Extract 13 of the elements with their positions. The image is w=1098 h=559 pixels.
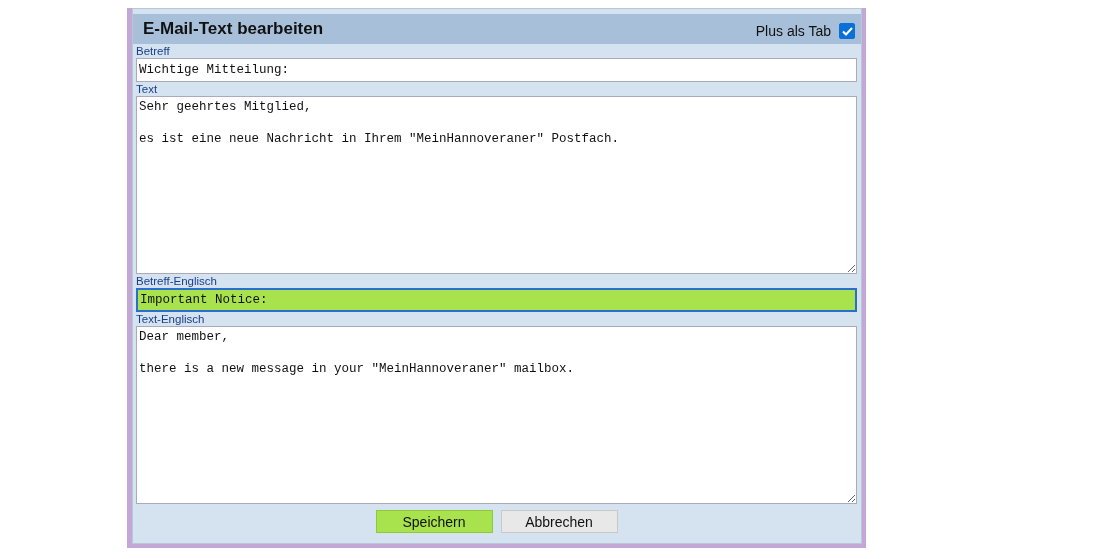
checkbox[interactable] (839, 23, 855, 39)
field-label: Text-Englisch (136, 313, 206, 326)
field-label: Betreff (136, 45, 171, 58)
field-label: Text (136, 83, 159, 96)
cancel-button[interactable]: Abbrechen (500, 510, 618, 533)
input-field[interactable]: Wichtige Mitteilung: (136, 58, 857, 82)
option-label: Plus als Tab (755, 23, 831, 39)
input-field[interactable]: Important Notice: (136, 288, 857, 312)
save-button[interactable]: Speichern (375, 510, 493, 533)
text-area[interactable]: Sehr geehrtes Mitglied, es ist eine neue Nachricht in Ihrem "MeinHannoveraner" Postfach. (136, 96, 857, 274)
field-label: Betreff-Englisch (136, 275, 218, 288)
dialog-title: E-Mail-Text bearbeiten (143, 19, 324, 39)
text-area[interactable]: Dear member, there is a new message in your "MeinHannoveraner" mailbox. (136, 326, 857, 504)
